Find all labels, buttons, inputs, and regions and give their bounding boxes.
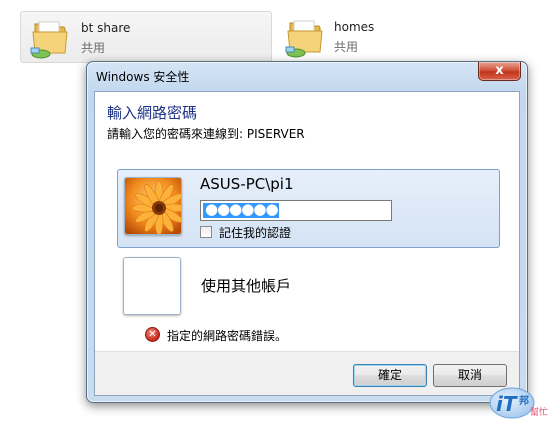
blank-avatar [123,257,181,315]
dialog-title: Windows 安全性 [96,70,190,84]
password-field[interactable]: ●●●●●● [200,200,392,221]
windows-security-dialog: Windows 安全性 x 輸入網路密碼 請輸入您的密碼來連線到: PISERV… [86,61,528,403]
use-another-account-tile[interactable]: 使用其他帳戶 [117,257,500,317]
close-button[interactable]: x [478,62,521,81]
dialog-titlebar[interactable]: Windows 安全性 x [87,62,527,88]
dialog-button-bar: 確定 取消 [95,351,519,395]
share-type: 共用 [334,40,359,54]
username-label: ASUS-PC\pi1 [200,175,294,193]
user-avatar [124,177,182,235]
share-name: homes [334,20,375,34]
share-type: 共用 [81,41,106,55]
dialog-instructions: 請輸入您的密碼來連線到: PISERVER [107,127,305,141]
remember-credentials-checkbox[interactable] [200,226,212,238]
flower-picture-icon [125,178,181,234]
shared-folder-icon [285,20,323,58]
share-item-homes[interactable]: homes 共用 [280,11,530,63]
password-mask: ●●●●●● [205,200,279,218]
close-icon: x [495,63,504,78]
share-name: bt share [81,21,131,35]
remember-credentials-label[interactable]: 記住我的認證 [219,224,291,241]
svg-text:幫忙: 幫忙 [530,406,548,418]
error-icon: ✕ [145,327,160,342]
share-item-bt-share[interactable]: bt share 共用 [20,11,272,63]
svg-text:iT: iT [496,392,518,416]
dialog-content: 輸入網路密碼 請輸入您的密碼來連線到: PISERVER ASUS-PC\pi1… [94,91,520,396]
use-another-account-label: 使用其他帳戶 [201,277,292,295]
svg-text:邦: 邦 [519,394,529,407]
dialog-heading: 輸入網路密碼 [107,104,198,122]
ok-button[interactable]: 確定 [353,364,427,387]
credential-tile[interactable]: ASUS-PC\pi1 ●●●●●● 記住我的認證 [117,169,500,248]
ithome-logo: iT 邦 幫忙 [489,387,548,419]
error-message: 指定的網路密碼錯誤。 [167,329,288,343]
shared-folder-icon [30,21,68,59]
